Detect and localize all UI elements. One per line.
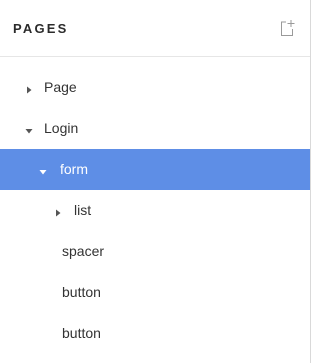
tree-item-button[interactable]: button [0,272,310,313]
tree-item-label: spacer [62,243,105,259]
caret-down-icon[interactable] [24,123,34,134]
tree-item-label: list [74,202,92,218]
caret-right-icon[interactable] [53,205,63,217]
panel-title: PAGES [13,21,69,36]
tree-item-form[interactable]: form [0,149,310,190]
tree-item-label: form [60,161,88,177]
tree-item-label: Page [44,79,77,95]
tree-item-page[interactable]: Page [0,67,310,108]
tree-item-button[interactable]: button [0,313,310,354]
tree-item-list[interactable]: list [0,190,310,231]
caret-right-icon[interactable] [24,82,34,94]
add-page-icon[interactable] [278,19,296,37]
tree-item-login[interactable]: Login [0,108,310,149]
tree-item-label: button [62,325,101,341]
pages-panel: PAGES Page Login form list spacer button… [0,0,311,363]
caret-down-icon[interactable] [38,164,48,175]
tree-item-label: Login [44,120,79,136]
page-tree: Page Login form list spacer button butto… [0,67,310,354]
panel-header: PAGES [0,0,310,57]
tree-item-spacer[interactable]: spacer [0,231,310,272]
tree-item-label: button [62,284,101,300]
